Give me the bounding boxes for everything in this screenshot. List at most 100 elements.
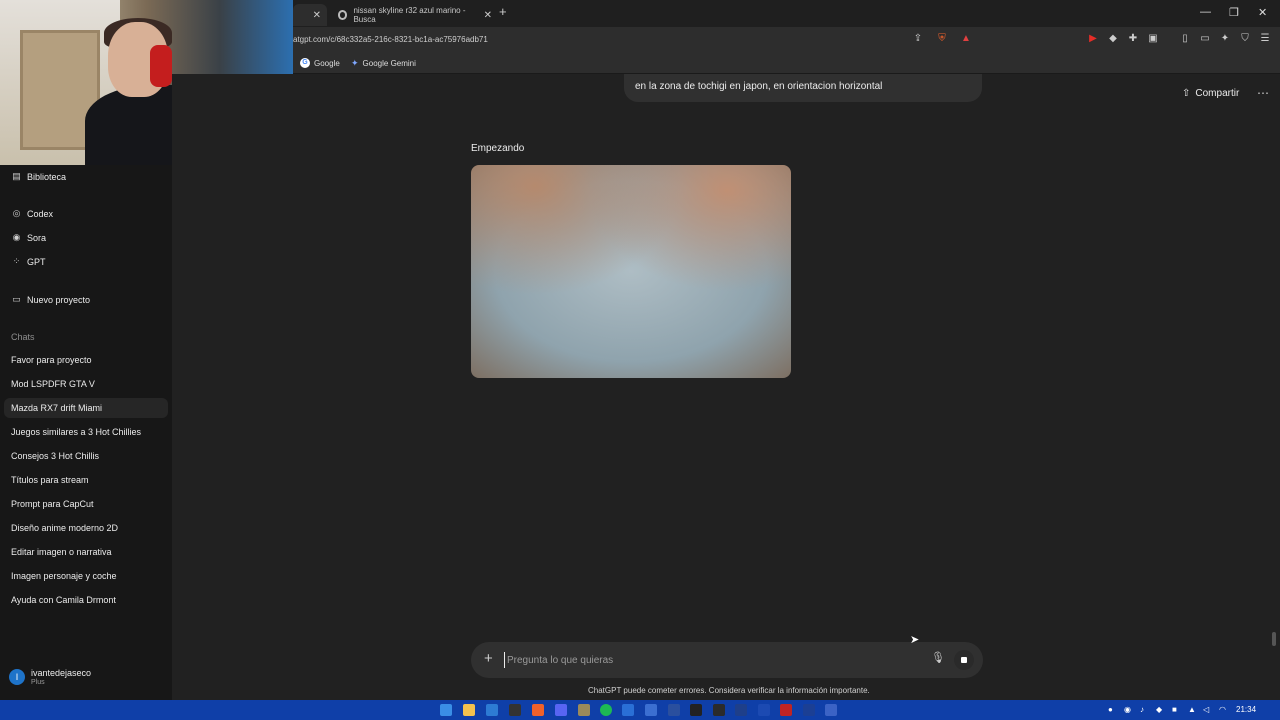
sidebar-toggle-icon[interactable]: ▯ [1179, 33, 1191, 45]
share-label: Compartir [1195, 88, 1240, 99]
screenshot-icon[interactable]: ▣ [1147, 33, 1159, 45]
minimize-icon[interactable]: — [1200, 6, 1211, 18]
tray-spotify-icon[interactable]: ● [1108, 705, 1113, 714]
app-icon[interactable] [825, 704, 837, 716]
generation-status: Empezando [471, 143, 525, 154]
app-icon[interactable] [668, 704, 680, 716]
extension-icon[interactable]: ◆ [1107, 33, 1119, 45]
capcut-icon[interactable] [690, 704, 702, 716]
user-message-bubble: en la zona de tochigi en japon, en orien… [624, 74, 982, 102]
share-page-icon[interactable]: ⇪ [912, 33, 924, 45]
tab-chatgpt[interactable]: ✕ [293, 4, 327, 26]
restore-icon[interactable]: ❐ [1229, 6, 1239, 19]
tray-app-icon[interactable]: ▲ [1188, 705, 1196, 714]
mail-icon[interactable] [758, 704, 770, 716]
stop-generation-button[interactable] [954, 650, 974, 670]
clock[interactable]: 21:34 [1236, 705, 1256, 714]
sidebar-item-label: Nuevo proyecto [27, 294, 91, 305]
codex-icon: ◎ [12, 208, 21, 218]
chat-main: en la zona de tochigi en japon, en orien… [172, 74, 1280, 700]
chat-item[interactable]: Diseño anime moderno 2D [4, 518, 168, 538]
app-icon[interactable] [803, 704, 815, 716]
prompt-input[interactable] [504, 652, 904, 668]
sidebar-item-label: Codex [27, 208, 54, 219]
chat-item[interactable]: Editar imagen o narrativa [4, 542, 168, 562]
sidebar-item-label: Sora [27, 232, 47, 243]
youtube-extension-icon[interactable]: ▶ [1087, 33, 1099, 45]
tray-mic-icon[interactable]: ♪ [1140, 705, 1144, 714]
app-icon[interactable] [622, 704, 634, 716]
app-icon[interactable] [486, 704, 498, 716]
tab-search[interactable]: nissan skyline r32 azul marino - Busca ✕ [332, 4, 492, 26]
url-field[interactable]: atgpt.com/c/68c332a5-216c-8321-bc1a-ac75… [293, 35, 488, 44]
app-icon[interactable] [578, 704, 590, 716]
brave-rewards-icon[interactable]: ▲ [960, 33, 972, 45]
share-button[interactable]: ⇧ Compartir [1182, 88, 1239, 99]
more-options-icon[interactable]: ⋯ [1257, 86, 1269, 100]
webcam-headset [150, 45, 172, 87]
scrollbar[interactable] [1272, 632, 1276, 646]
user-message-text: en la zona de tochigi en japon, en orien… [635, 81, 883, 92]
sidebar-item-nuevo-proyecto[interactable]: ▭ Nuevo proyecto [11, 294, 90, 305]
google-icon: G [300, 58, 310, 68]
menu-icon[interactable]: ☰ [1259, 33, 1271, 45]
chat-item[interactable]: Títulos para stream [4, 470, 168, 490]
tab-close-icon[interactable]: ✕ [484, 10, 492, 21]
chat-item[interactable]: Prompt para CapCut [4, 494, 168, 514]
app-icon[interactable] [713, 704, 725, 716]
discord-icon[interactable] [555, 704, 567, 716]
gpt-grid-icon: ⁘ [12, 256, 21, 266]
wifi-icon[interactable]: ◠ [1219, 705, 1226, 714]
microphone-icon[interactable]: 🎙 [931, 651, 945, 664]
chat-item[interactable]: Juegos similares a 3 Hot Chillies [4, 422, 168, 442]
app-icon[interactable] [780, 704, 792, 716]
bookmark-label: Google [314, 58, 340, 68]
volume-icon[interactable]: ◁ [1203, 705, 1209, 714]
brave-shield-icon[interactable]: ⛨ [936, 33, 948, 45]
app-icon[interactable] [735, 704, 747, 716]
tab-close-icon[interactable]: ✕ [313, 10, 321, 21]
leo-ai-icon[interactable]: ✦ [1219, 33, 1231, 45]
tray-discord-icon[interactable]: ◆ [1156, 705, 1162, 714]
chat-item[interactable]: Favor para proyecto [4, 350, 168, 370]
username: ivantedejaseco [31, 668, 92, 678]
tray-app-icon[interactable]: ◉ [1124, 705, 1131, 714]
user-profile[interactable]: I ivantedejaseco Plus [9, 668, 91, 686]
chat-item[interactable]: Imagen personaje y coche [4, 566, 168, 586]
bookmark-google[interactable]: G Google [300, 58, 340, 68]
share-icon: ⇧ [1182, 88, 1191, 99]
sora-icon: ◉ [12, 232, 21, 242]
chat-item[interactable]: Ayuda con Camila Drmont [4, 590, 168, 610]
brave-browser-icon[interactable] [532, 704, 544, 716]
file-explorer-icon[interactable] [463, 704, 475, 716]
chat-item[interactable]: Consejos 3 Hot Chillis [4, 446, 168, 466]
obs-icon[interactable] [509, 704, 521, 716]
chat-item-active[interactable]: Mazda RX7 drift Miami [4, 398, 168, 418]
gemini-icon: ✦ [351, 58, 359, 68]
sidebar-item-biblioteca[interactable]: ▤ Biblioteca [11, 171, 66, 182]
generating-image-preview [471, 165, 791, 378]
sidebar-item-sora[interactable]: ◉ Sora [11, 232, 46, 243]
vpn-icon[interactable]: ⛉ [1239, 33, 1251, 45]
google-favicon-icon [338, 10, 348, 20]
app-icon[interactable] [645, 704, 657, 716]
spotify-icon[interactable] [600, 704, 612, 716]
sidebar-item-label: Biblioteca [27, 171, 67, 182]
bookmark-label: Google Gemini [362, 59, 416, 68]
extensions-puzzle-icon[interactable]: ✚ [1127, 33, 1139, 45]
new-tab-icon[interactable]: + [499, 4, 507, 19]
tray-app-icon[interactable]: ■ [1172, 705, 1177, 714]
chat-item[interactable]: Mod LSPDFR GTA V [4, 374, 168, 394]
add-attachment-icon[interactable]: + [484, 650, 493, 667]
folder-icon: ▭ [12, 294, 21, 304]
taskbar: ● ◉ ♪ ◆ ■ ▲ ◁ ◠ 21:34 [0, 700, 1280, 720]
close-window-icon[interactable]: ✕ [1258, 6, 1267, 19]
windows-start-icon[interactable] [440, 704, 452, 716]
tab-label: nissan skyline r32 azul marino - Busca [353, 6, 466, 24]
sidebar-item-codex[interactable]: ◎ Codex [11, 208, 53, 219]
plan-badge: Plus [31, 679, 45, 686]
sidebar-item-gpt[interactable]: ⁘ GPT [11, 256, 46, 267]
bookmark-gemini[interactable]: ✦ Google Gemini [351, 58, 416, 69]
disclaimer: ChatGPT puede cometer errores. Considera… [588, 686, 870, 695]
wallet-icon[interactable]: ▭ [1199, 33, 1211, 45]
